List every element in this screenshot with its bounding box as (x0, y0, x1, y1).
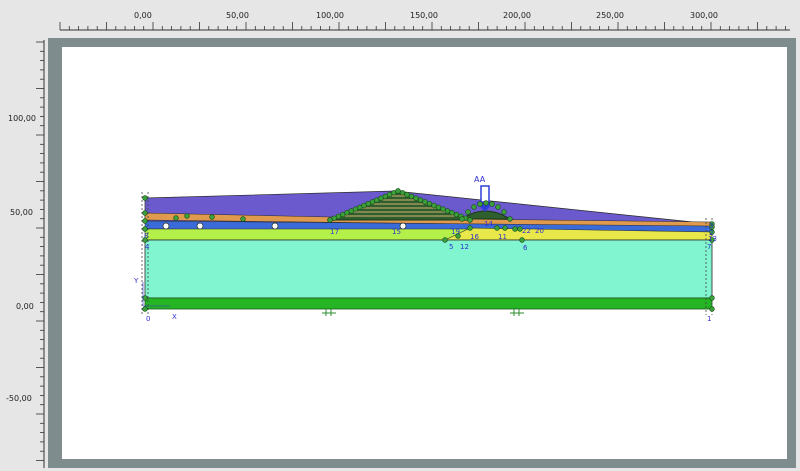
point-label: 12 (460, 243, 469, 251)
soil-layer-lime (144, 228, 482, 241)
geometry-point[interactable] (465, 209, 471, 215)
point-label: 5 (449, 243, 453, 251)
load-label: AA (474, 175, 486, 184)
geometry-point[interactable] (442, 237, 448, 243)
point-label: 1 (707, 315, 711, 323)
x-tick-label: 100,00 (316, 11, 344, 20)
geometry-point[interactable] (501, 209, 507, 215)
geometry-point[interactable] (444, 208, 451, 214)
geometry-point[interactable] (408, 193, 415, 200)
geometry-point[interactable] (426, 200, 433, 207)
geometry-point[interactable] (404, 191, 410, 198)
geometry-point[interactable] (477, 201, 483, 207)
geometry-point[interactable] (435, 204, 442, 211)
y-tick-label: -50,00 (6, 394, 32, 403)
geometry-point[interactable] (422, 199, 428, 205)
point-label: 6 (523, 244, 528, 252)
geometry-point[interactable] (184, 213, 190, 219)
x-tick-label: 50,00 (226, 11, 249, 20)
point-label: 19 (451, 228, 460, 236)
geometry-point[interactable] (471, 204, 477, 210)
geometry-point[interactable] (453, 211, 460, 218)
point-label: 0 (146, 315, 150, 323)
point-label: 4 (145, 243, 150, 251)
geometry-point[interactable] (399, 190, 406, 196)
geometry-point[interactable] (467, 217, 473, 223)
point-label: 16 (470, 233, 479, 241)
geometry-point[interactable] (395, 188, 401, 194)
y-tick-label: 0,00 (16, 302, 34, 311)
geometry-point[interactable] (142, 295, 148, 301)
y-tick-label: 100,00 (8, 114, 36, 123)
geometry-point[interactable] (709, 306, 715, 312)
geometry-point[interactable] (142, 195, 148, 201)
geometry-point[interactable] (507, 216, 513, 222)
axis-x-label: X (172, 313, 177, 321)
point-label: 7 (707, 243, 711, 251)
geometry-point[interactable] (709, 295, 715, 301)
model-drawing[interactable]: AA 0 1 4 7 8 5 12 6 17 15 19 11 14 22 20… (62, 47, 787, 459)
horizontal-ruler: 0,00 50,00 100,00 150,00 200,00 250,00 3… (0, 0, 800, 38)
geometry-point[interactable] (512, 226, 518, 232)
point-label: 14 (484, 220, 493, 228)
point-label: 17 (330, 228, 339, 236)
geometry-point[interactable] (489, 201, 495, 207)
point-label: 20 (535, 227, 544, 235)
point-label: 2 (709, 229, 713, 237)
geometry-point[interactable] (142, 226, 148, 232)
geometry-point[interactable] (440, 206, 446, 212)
soil-layer-main (144, 239, 713, 299)
geometry-point[interactable] (467, 225, 473, 231)
geometry-point[interactable] (173, 215, 179, 221)
geometry-point[interactable] (494, 225, 500, 231)
vertical-ruler: 100,00 50,00 0,00 -50,00 (0, 38, 48, 471)
bottom-fixity-marks (322, 309, 524, 316)
geometry-canvas[interactable]: AA 0 1 4 7 8 5 12 6 17 15 19 11 14 22 20… (62, 47, 787, 459)
geometry-point[interactable] (519, 237, 525, 243)
x-tick-label: 300,00 (690, 11, 718, 20)
geometry-point[interactable] (431, 202, 437, 209)
point-label: 11 (498, 233, 507, 241)
soil-layer-bottom (144, 297, 713, 310)
horizontal-ruler-scale (59, 22, 790, 31)
geometry-point[interactable] (449, 210, 455, 216)
geometry-point[interactable] (502, 225, 508, 231)
point-label: 8 (144, 232, 148, 240)
geometry-point[interactable] (142, 306, 148, 312)
geometry-point[interactable] (459, 216, 465, 222)
geometry-point[interactable] (209, 214, 215, 220)
geometry-point[interactable] (495, 204, 501, 210)
x-tick-label: 200,00 (503, 11, 531, 20)
x-tick-label: 250,00 (596, 11, 624, 20)
geometry-point[interactable] (240, 216, 246, 222)
geometry-point[interactable] (413, 195, 419, 201)
axis-y-label: Y (133, 277, 139, 285)
geometry-point[interactable] (142, 218, 148, 224)
geometry-point[interactable] (483, 200, 489, 206)
geometry-point[interactable] (417, 197, 424, 203)
x-tick-label: 0,00 (134, 11, 152, 20)
geometry-point[interactable] (142, 210, 148, 216)
point-label: 22 (522, 227, 531, 235)
y-tick-label: 50,00 (10, 208, 33, 217)
x-tick-label: 150,00 (410, 11, 438, 20)
point-label: 15 (392, 228, 401, 236)
vertical-ruler-scale (36, 40, 45, 468)
